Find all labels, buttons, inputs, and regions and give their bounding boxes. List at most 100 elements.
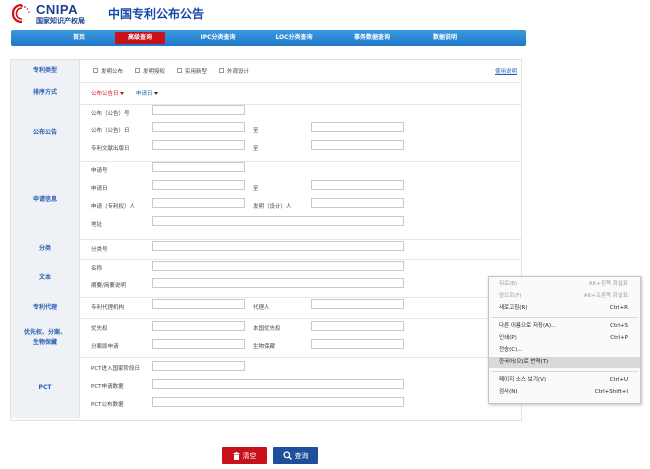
- bio-deposit-label: 生物保藏: [253, 344, 276, 350]
- abstract-input[interactable]: [152, 278, 404, 288]
- checkbox-design[interactable]: [219, 68, 224, 73]
- priority-label: 优先权、分案、 生物保藏: [11, 318, 80, 357]
- priority-field-label: 优先权: [91, 326, 108, 332]
- option-design: 外观设计: [227, 69, 250, 75]
- clear-button[interactable]: 清空: [222, 447, 267, 464]
- pct-entry-date-input[interactable]: [152, 361, 245, 371]
- application-label: 申请信息: [11, 161, 80, 239]
- checkbox-invention-grant[interactable]: [135, 68, 140, 73]
- publication-section: 公布公告 公布（公告）号 公布（公告）日 至 专利文献出版日 至: [11, 104, 521, 162]
- menu-cast-label: 전송(C)...: [499, 347, 523, 353]
- main-nav: 首页 高级查询 IPC分类查询 LOC分类查询 事务数据查询 数据说明: [11, 30, 526, 46]
- menu-forward-shortcut: Alt+오른쪽 화살표: [583, 293, 628, 299]
- priority-section: 优先权、分案、 生物保藏 优先权 本国优先权 分案原申请 生物保藏: [11, 318, 521, 358]
- nav-home[interactable]: 首页: [59, 30, 99, 46]
- agency-input[interactable]: [152, 299, 245, 309]
- menu-item-save-as[interactable]: 다른 이름으로 저장(A)... Ctrl+S: [489, 321, 640, 332]
- menu-view-source-label: 페이지 소스 보기(V): [499, 377, 546, 383]
- context-menu: 뒤로(B) Alt+왼쪽 화살표 앞으로(F) Alt+오른쪽 화살표 새로고침(R…: [488, 276, 641, 404]
- sort-label: 排序方式: [11, 82, 80, 104]
- domestic-priority-label: 本国优先权: [253, 326, 281, 332]
- menu-save-as-label: 다른 이름으로 저장(A)...: [499, 323, 557, 329]
- applicant-label: 申请（专利权）人: [91, 204, 136, 210]
- menu-item-inspect[interactable]: 검사(N) Ctrl+Shift+I: [489, 387, 640, 398]
- sort-row: 排序方式 公布公告日 申请日: [11, 82, 521, 105]
- sort-by-app-date[interactable]: 申请日: [136, 89, 158, 97]
- menu-item-cast[interactable]: 전송(C)...: [489, 345, 640, 356]
- pub-date-from-input[interactable]: [152, 122, 245, 132]
- menu-print-shortcut: Ctrl+P: [610, 335, 628, 341]
- advanced-search-form: 专利类型 发明公布 发明授权 实用新型 外观设计 使用说明 排序方式 公布公告日…: [10, 59, 522, 421]
- patent-type-row: 专利类型 发明公布 发明授权 实用新型 外观设计 使用说明: [11, 60, 521, 83]
- nav-transaction-search[interactable]: 事务数据查询: [337, 30, 407, 46]
- menu-back-shortcut: Alt+왼쪽 화살표: [588, 281, 628, 287]
- search-icon: [282, 451, 292, 460]
- agent-input[interactable]: [311, 299, 404, 309]
- pct-label: PCT: [11, 357, 80, 418]
- menu-item-back[interactable]: 뒤로(B) Alt+왼쪽 화살표: [489, 279, 640, 290]
- sort-option-pub-date: 公布公告日: [91, 91, 119, 97]
- applicant-input[interactable]: [152, 198, 245, 208]
- address-label: 地址: [91, 222, 103, 228]
- search-button[interactable]: 查询: [273, 447, 318, 464]
- address-input[interactable]: [152, 216, 404, 226]
- agency-field-label: 专利代理机构: [91, 305, 125, 311]
- to-label: 至: [253, 128, 259, 134]
- menu-item-view-source[interactable]: 페이지 소스 보기(V) Ctrl+U: [489, 375, 640, 386]
- menu-inspect-label: 검사(N): [499, 389, 518, 395]
- menu-item-forward[interactable]: 앞으로(F) Alt+오른쪽 화살표: [489, 291, 640, 302]
- doc-date-label: 专利文献出版日: [91, 146, 130, 152]
- app-date-from-input[interactable]: [152, 180, 245, 190]
- priority-input[interactable]: [152, 321, 245, 331]
- app-date-to-input[interactable]: [311, 180, 404, 190]
- class-no-input[interactable]: [152, 241, 404, 251]
- menu-item-reload[interactable]: 새로고침(R) Ctrl+R: [489, 303, 640, 314]
- menu-separator: [491, 371, 638, 372]
- pub-no-input[interactable]: [152, 105, 245, 115]
- pct-pub-data-input[interactable]: [152, 397, 404, 407]
- agency-section: 专利代理 专利代理机构 代理人: [11, 297, 521, 319]
- option-invention-grant: 发明授权: [143, 69, 166, 75]
- divisional-label: 分案原申请: [91, 344, 119, 350]
- name-input[interactable]: [152, 261, 404, 271]
- bio-deposit-input[interactable]: [311, 339, 404, 349]
- class-no-label: 分类号: [91, 247, 108, 253]
- agent-label: 代理人: [253, 305, 270, 311]
- app-no-input[interactable]: [152, 162, 245, 172]
- pct-section: PCT PCT进入国家阶段日 PCT申请数据 PCT公布数据: [11, 357, 521, 418]
- priority-label-line1: 优先权、分案、: [23, 328, 66, 336]
- nav-advanced-search[interactable]: 高级查询: [115, 32, 165, 44]
- pub-date-label: 公布（公告）日: [91, 128, 130, 134]
- divisional-input[interactable]: [152, 339, 245, 349]
- doc-date-to-input[interactable]: [311, 140, 404, 150]
- option-utility-model: 实用新型: [185, 69, 208, 75]
- app-no-label: 申请号: [91, 168, 108, 174]
- sort-by-pub-date[interactable]: 公布公告日: [91, 89, 124, 97]
- inventor-label: 发明（设计）人: [253, 204, 292, 210]
- logo-wordmark: CNIPA: [36, 2, 78, 17]
- inventor-input[interactable]: [311, 198, 404, 208]
- checkbox-invention-pub[interactable]: [93, 68, 98, 73]
- patent-type-label: 专利类型: [11, 60, 80, 82]
- nav-data-description[interactable]: 数据说明: [415, 30, 475, 46]
- nav-loc-search[interactable]: LOC分类查询: [259, 30, 329, 46]
- nav-ipc-search[interactable]: IPC分类查询: [183, 30, 253, 46]
- pct-app-data-input[interactable]: [152, 379, 404, 389]
- domestic-priority-input[interactable]: [311, 321, 404, 331]
- pub-date-to-input[interactable]: [311, 122, 404, 132]
- app-date-label: 申请日: [91, 186, 108, 192]
- menu-view-source-shortcut: Ctrl+U: [609, 377, 628, 383]
- doc-date-from-input[interactable]: [152, 140, 245, 150]
- to-label: 至: [253, 146, 259, 152]
- abstract-label: 摘要/简要说明: [91, 283, 126, 289]
- help-link[interactable]: 使用说明: [495, 67, 517, 75]
- pct-pub-data-label: PCT公布数据: [91, 402, 124, 408]
- menu-item-translate[interactable]: 한국어(으)로 번역(T): [489, 357, 640, 368]
- checkbox-utility-model[interactable]: [177, 68, 182, 73]
- menu-back-label: 뒤로(B): [499, 281, 518, 287]
- priority-label-line2: 生物保藏: [32, 338, 57, 346]
- text-section: 文本 名称 摘要/简要说明: [11, 259, 521, 298]
- menu-item-print[interactable]: 인쇄(P) Ctrl+P: [489, 333, 640, 344]
- menu-reload-label: 새로고침(R): [499, 305, 528, 311]
- caret-down-icon: [119, 92, 124, 95]
